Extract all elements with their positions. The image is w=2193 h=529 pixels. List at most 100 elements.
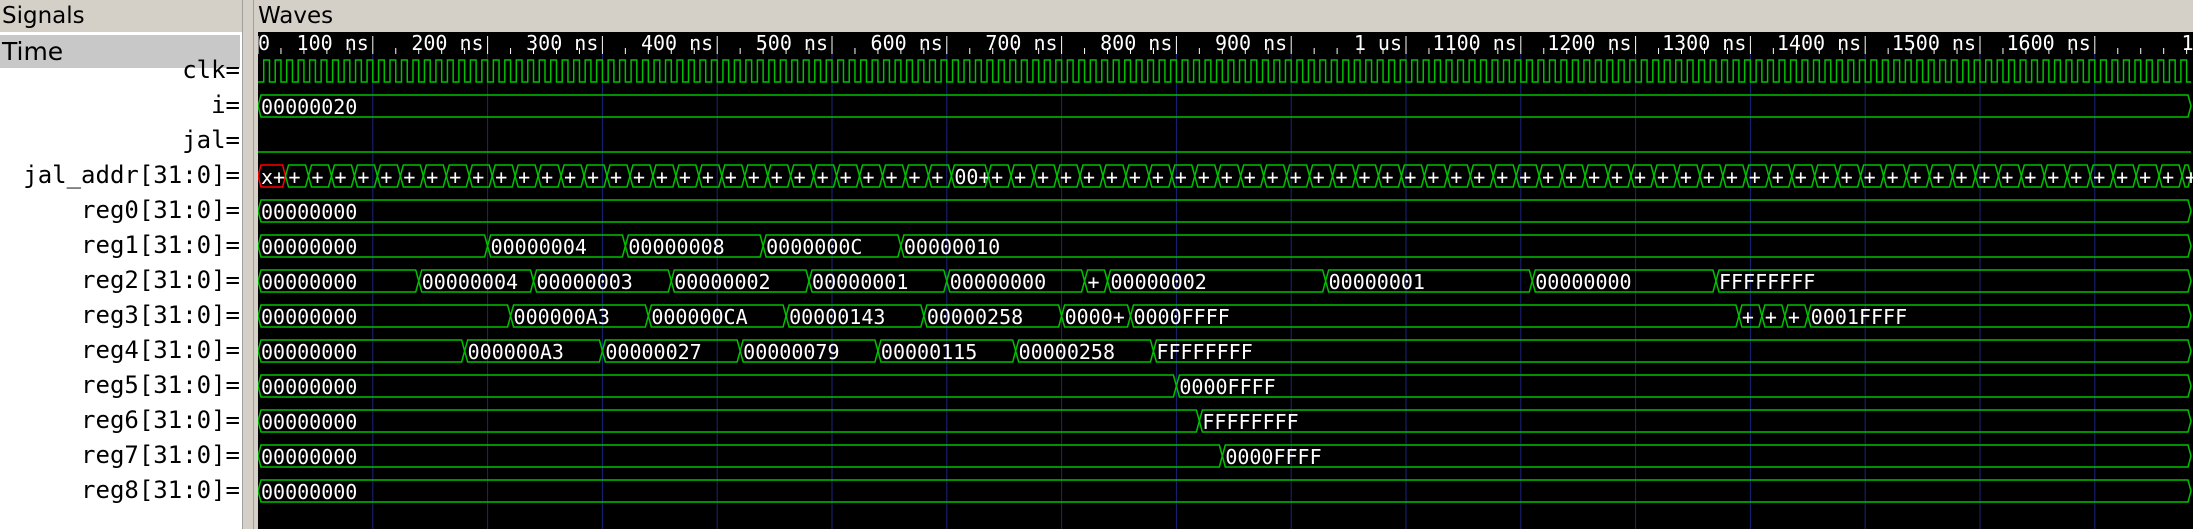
bus-value-label: + (679, 165, 691, 189)
bus-value-label: + (1680, 165, 1692, 189)
bus-value-label: + (449, 165, 461, 189)
bus-value-label: + (1887, 165, 1899, 189)
bus-value-label: 00000000 (261, 340, 357, 364)
bus-value-label: + (334, 165, 346, 189)
time-tick-label: 700 ns (985, 32, 1057, 55)
bus-value-label: 00000020 (261, 95, 357, 119)
bus-value-label: + (2093, 165, 2105, 189)
bus-value-label: + (1450, 165, 1462, 189)
bus-value-label: + (1634, 165, 1646, 189)
bus-value-label: + (1657, 165, 1669, 189)
pane-splitter[interactable] (242, 0, 254, 529)
bus-value-label: 00000000 (1535, 270, 1631, 294)
time-tick-label: 900 ns (1215, 32, 1287, 55)
bus-value-label: + (633, 165, 645, 189)
waves-header: Waves (254, 0, 2193, 32)
bus-value-label: + (1221, 165, 1233, 189)
bus-value-label: + (541, 165, 553, 189)
signal-name[interactable]: jal_addr[31:0]= (0, 161, 240, 189)
bus-value-label: 00000002 (1111, 270, 1207, 294)
signal-name[interactable]: reg4[31:0]= (0, 336, 240, 364)
bus-value-label: + (1611, 165, 1623, 189)
bus-value-label: + (931, 165, 943, 189)
bus-value-label: + (1313, 165, 1325, 189)
bus-value-label: 000000CA (651, 305, 747, 329)
bus-value-label: 00000002 (674, 270, 770, 294)
bus-value-label: + (472, 165, 484, 189)
signal-name[interactable]: reg8[31:0]= (0, 476, 240, 504)
bus-value-label: + (748, 165, 760, 189)
bus-value-label: + (1703, 165, 1715, 189)
bus-value-label: 000000A3 (514, 305, 610, 329)
signal-name[interactable]: i= (0, 91, 240, 119)
bus-value-label: + (1955, 165, 1967, 189)
bus-value-label: x+ (261, 165, 285, 189)
bus-value-label: 00000143 (789, 305, 885, 329)
signal-name[interactable]: clk= (0, 56, 240, 84)
bus-value-label: + (610, 165, 622, 189)
bus-value-label: + (1978, 165, 1990, 189)
bus-value-label: 00000258 (927, 305, 1023, 329)
bus-value-label: + (1267, 165, 1279, 189)
bus-value-label: + (380, 165, 392, 189)
signal-name[interactable]: reg5[31:0]= (0, 371, 240, 399)
bus-value-label: + (1788, 305, 1800, 329)
bus-value-label: FFFFFFFF (1719, 270, 1815, 294)
bus-value-label: + (495, 165, 507, 189)
bus-value-label: + (2024, 165, 2036, 189)
bus-value-label: + (908, 165, 920, 189)
bus-value-label: + (1496, 165, 1508, 189)
bus-value-label: 00000004 (491, 235, 587, 259)
bus-value-label: + (564, 165, 576, 189)
bus-value-label: 00000001 (812, 270, 908, 294)
bus-value-label: + (1588, 165, 1600, 189)
bus-value-label: + (1198, 165, 1210, 189)
bus-value-label: + (863, 165, 875, 189)
bus-value-label: + (1795, 165, 1807, 189)
bus-value-label: + (1841, 165, 1853, 189)
time-tick-label: 800 ns (1100, 32, 1172, 55)
signal-name[interactable]: reg0[31:0]= (0, 196, 240, 224)
signal-name[interactable]: reg7[31:0]= (0, 441, 240, 469)
bus-value-label: 0000FFFF (1133, 305, 1229, 329)
bus-value-label: + (2070, 165, 2082, 189)
bus-value-label: 00000000 (261, 270, 357, 294)
bus-value-label: 00000079 (743, 340, 839, 364)
bus-value-label: + (426, 165, 438, 189)
waveform-canvas[interactable]: 0 100 ns 200 ns 300 ns 400 ns 500 ns 600 ns 700… (258, 32, 2193, 529)
bus-value-label: + (1542, 165, 1554, 189)
bus-value-label: + (1088, 270, 1100, 294)
signal-name[interactable]: reg3[31:0]= (0, 301, 240, 329)
bus-value-label: 00+ (954, 165, 990, 189)
bus-value-label: + (794, 165, 806, 189)
time-tick-label: 600 ns (871, 32, 943, 55)
bus-value-label: 0000+ (1065, 305, 1125, 329)
bus-value-label: + (1864, 165, 1876, 189)
bus-value-label: 00000027 (605, 340, 701, 364)
signal-name[interactable]: reg2[31:0]= (0, 266, 240, 294)
time-tick-label: 100 ns (297, 32, 369, 55)
signals-header: Signals (0, 0, 242, 32)
bus-value-label: + (1742, 305, 1754, 329)
bus-value-label: + (1765, 305, 1777, 329)
bus-value-label: 00000258 (1019, 340, 1115, 364)
bus-value-label: + (403, 165, 415, 189)
signal-name[interactable]: reg1[31:0]= (0, 231, 240, 259)
signal-name[interactable]: jal= (0, 126, 240, 154)
bus-value-label: + (1060, 165, 1072, 189)
bus-value-label: + (1037, 165, 1049, 189)
signals-panel: Signals Time clk= i= jal= jal_addr[31:0]= re… (0, 0, 242, 529)
bus-value-label: FFFFFFFF (1156, 340, 1252, 364)
bus-value-label: 0000FFFF (1225, 445, 1321, 469)
bus-value-label: + (2139, 165, 2151, 189)
signal-name[interactable]: reg6[31:0]= (0, 406, 240, 434)
bus-value-label: + (702, 165, 714, 189)
bus-value-label: + (1336, 165, 1348, 189)
bus-value-label: 00000003 (537, 270, 633, 294)
bus-value-label: + (1910, 165, 1922, 189)
bus-value-label: + (1014, 165, 1026, 189)
bus-value-label: + (1565, 165, 1577, 189)
bus-value-label: 00000000 (261, 200, 357, 224)
bus-value-label: + (1427, 165, 1439, 189)
bus-value-label: + (1818, 165, 1830, 189)
